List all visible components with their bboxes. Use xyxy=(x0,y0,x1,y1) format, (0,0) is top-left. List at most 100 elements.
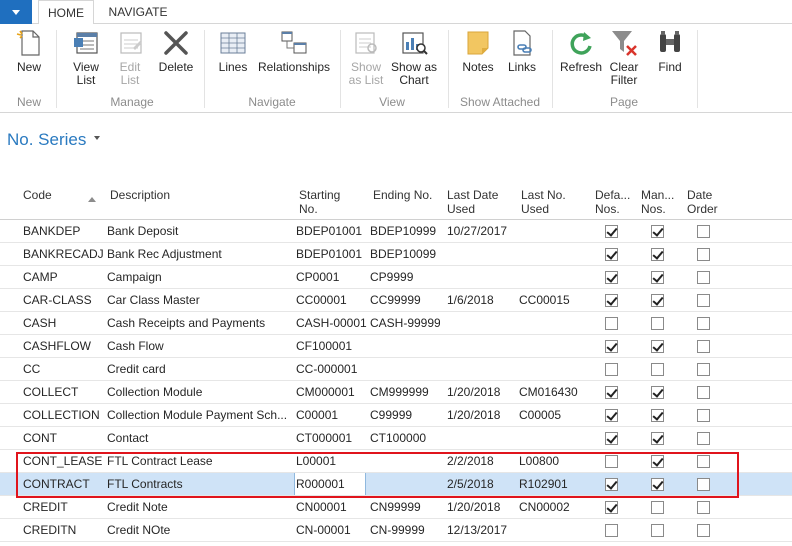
cell-description[interactable]: Cash Receipts and Payments xyxy=(107,312,291,334)
cell-last-date-used[interactable]: 2/5/2018 xyxy=(447,473,517,495)
default-nos-checkbox[interactable] xyxy=(605,294,618,307)
cell-ending-no[interactable]: CM999999 xyxy=(370,381,440,403)
column-header-ending-no[interactable]: Ending No. xyxy=(373,188,432,202)
table-row[interactable]: CONT_LEASE FTL Contract Lease L00001 2/2/20… xyxy=(0,450,792,473)
tab-navigate[interactable]: NAVIGATE xyxy=(100,0,176,25)
column-header-date-order[interactable]: Date Order xyxy=(687,188,718,216)
cell-ending-no[interactable]: CC99999 xyxy=(370,289,440,311)
cell-description[interactable]: FTL Contract Lease xyxy=(107,450,291,472)
manual-nos-checkbox[interactable] xyxy=(651,455,664,468)
notes-button[interactable]: Notes xyxy=(458,28,498,74)
cell-description[interactable]: Contact xyxy=(107,427,291,449)
cell-last-no-used[interactable]: R102901 xyxy=(519,473,591,495)
cell-description[interactable]: Bank Deposit xyxy=(107,220,291,242)
cell-starting-no[interactable]: BDEP01001 xyxy=(296,220,368,242)
cell-last-no-used[interactable]: C00005 xyxy=(519,404,591,426)
date-order-checkbox[interactable] xyxy=(697,225,710,238)
table-row[interactable]: BANKDEP Bank Deposit BDEP01001 BDEP10999 10/… xyxy=(0,220,792,243)
cell-description[interactable]: Collection Module Payment Sch... xyxy=(107,404,291,426)
date-order-checkbox[interactable] xyxy=(697,478,710,491)
cell-code[interactable]: CC xyxy=(23,358,103,380)
date-order-checkbox[interactable] xyxy=(697,363,710,376)
date-order-checkbox[interactable] xyxy=(697,432,710,445)
cell-description[interactable]: Collection Module xyxy=(107,381,291,403)
column-header-starting-no[interactable]: Starting No. xyxy=(299,188,340,216)
date-order-checkbox[interactable] xyxy=(697,524,710,537)
table-row[interactable]: CREDIT Credit Note CN00001 CN99999 1/20/2018… xyxy=(0,496,792,519)
cell-code[interactable]: CONT_LEASE xyxy=(23,450,103,472)
cell-starting-no[interactable]: C00001 xyxy=(296,404,368,426)
cell-starting-no[interactable]: L00001 xyxy=(296,450,368,472)
date-order-checkbox[interactable] xyxy=(697,271,710,284)
date-order-checkbox[interactable] xyxy=(697,409,710,422)
manual-nos-checkbox[interactable] xyxy=(651,317,664,330)
column-header-default-nos[interactable]: Defa... Nos. xyxy=(595,188,630,216)
cell-starting-no[interactable]: R000001 xyxy=(294,473,366,495)
default-nos-checkbox[interactable] xyxy=(605,225,618,238)
cell-code[interactable]: CREDIT xyxy=(23,496,103,518)
cell-starting-no[interactable]: CC-000001 xyxy=(296,358,368,380)
column-header-last-no-used[interactable]: Last No. Used xyxy=(521,188,566,216)
cell-ending-no[interactable]: CN-99999 xyxy=(370,519,440,541)
table-row[interactable]: CAR-CLASS Car Class Master CC00001 CC99999 1… xyxy=(0,289,792,312)
cell-last-date-used[interactable]: 1/20/2018 xyxy=(447,404,517,426)
relationships-button[interactable]: Relationships xyxy=(256,28,332,74)
default-nos-checkbox[interactable] xyxy=(605,432,618,445)
show-as-list-button[interactable]: Show as List xyxy=(346,28,386,87)
links-button[interactable]: Links xyxy=(502,28,542,74)
manual-nos-checkbox[interactable] xyxy=(651,432,664,445)
default-nos-checkbox[interactable] xyxy=(605,340,618,353)
manual-nos-checkbox[interactable] xyxy=(651,294,664,307)
cell-starting-no[interactable]: CF100001 xyxy=(296,335,368,357)
cell-code[interactable]: COLLECTION xyxy=(23,404,103,426)
cell-ending-no[interactable]: CN99999 xyxy=(370,496,440,518)
date-order-checkbox[interactable] xyxy=(697,340,710,353)
cell-description[interactable]: Campaign xyxy=(107,266,291,288)
cell-ending-no[interactable]: BDEP10999 xyxy=(370,220,440,242)
cell-description[interactable]: Bank Rec Adjustment xyxy=(107,243,291,265)
table-row[interactable]: COLLECT Collection Module CM000001 CM999999… xyxy=(0,381,792,404)
cell-code[interactable]: CASHFLOW xyxy=(23,335,103,357)
cell-code[interactable]: CAR-CLASS xyxy=(23,289,103,311)
clear-filter-button[interactable]: Clear Filter xyxy=(604,28,644,87)
table-row[interactable]: CREDITN Credit NOte CN-00001 CN-99999 12/13/… xyxy=(0,519,792,542)
date-order-checkbox[interactable] xyxy=(697,294,710,307)
tab-home[interactable]: HOME xyxy=(38,0,94,25)
table-row[interactable]: CAMP Campaign CP0001 CP9999 xyxy=(0,266,792,289)
refresh-button[interactable]: Refresh xyxy=(558,28,604,74)
table-row[interactable]: CASH Cash Receipts and Payments CASH-00001… xyxy=(0,312,792,335)
cell-code[interactable]: CONT xyxy=(23,427,103,449)
manual-nos-checkbox[interactable] xyxy=(651,409,664,422)
cell-code[interactable]: CASH xyxy=(23,312,103,334)
cell-description[interactable]: Cash Flow xyxy=(107,335,291,357)
table-row[interactable]: CONTRACT FTL Contracts R000001 2/5/2018 R102… xyxy=(0,473,792,496)
cell-starting-no[interactable]: CC00001 xyxy=(296,289,368,311)
edit-list-button[interactable]: Edit List xyxy=(110,28,150,87)
cell-ending-no[interactable]: C99999 xyxy=(370,404,440,426)
cell-starting-no[interactable]: CP0001 xyxy=(296,266,368,288)
delete-button[interactable]: Delete xyxy=(154,28,198,74)
manual-nos-checkbox[interactable] xyxy=(651,386,664,399)
table-row[interactable]: CONT Contact CT000001 CT100000 xyxy=(0,427,792,450)
column-header-description[interactable]: Description xyxy=(110,188,170,202)
cell-description[interactable]: Credit card xyxy=(107,358,291,380)
page-title[interactable]: No. Series xyxy=(7,130,86,150)
cell-last-no-used[interactable]: CC00015 xyxy=(519,289,591,311)
manual-nos-checkbox[interactable] xyxy=(651,248,664,261)
view-list-button[interactable]: View List xyxy=(66,28,106,87)
cell-last-no-used[interactable]: CN00002 xyxy=(519,496,591,518)
manual-nos-checkbox[interactable] xyxy=(651,363,664,376)
table-row[interactable]: COLLECTION Collection Module Payment Sch.… xyxy=(0,404,792,427)
cell-last-date-used[interactable]: 1/20/2018 xyxy=(447,496,517,518)
cell-code[interactable]: BANKDEP xyxy=(23,220,103,242)
manual-nos-checkbox[interactable] xyxy=(651,524,664,537)
cell-description[interactable]: FTL Contracts xyxy=(107,473,291,495)
default-nos-checkbox[interactable] xyxy=(605,409,618,422)
cell-starting-no[interactable]: BDEP01001 xyxy=(296,243,368,265)
cell-ending-no[interactable]: CP9999 xyxy=(370,266,440,288)
title-dropdown-caret-icon[interactable] xyxy=(94,136,100,140)
cell-starting-no[interactable]: CT000001 xyxy=(296,427,368,449)
cell-description[interactable]: Credit NOte xyxy=(107,519,291,541)
cell-starting-no[interactable]: CN00001 xyxy=(296,496,368,518)
cell-starting-no[interactable]: CM000001 xyxy=(296,381,368,403)
